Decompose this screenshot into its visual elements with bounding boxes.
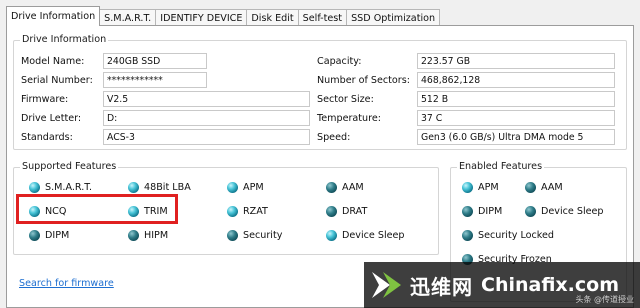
sector-size-field[interactable]: 512 B	[417, 91, 615, 107]
tab-ssd-optimization[interactable]: SSD Optimization	[346, 9, 441, 26]
number-of-sectors-row: Number of Sectors: 468,862,128	[317, 72, 615, 88]
brand-logo-icon	[370, 268, 404, 302]
drive-information-title: Drive Information	[20, 34, 109, 45]
tab-smart[interactable]: S.M.A.R.T.	[99, 9, 157, 26]
speed-field[interactable]: Gen3 (6.0 GB/s) Ultra DMA mode 5	[417, 129, 615, 145]
feature-security: Security	[227, 227, 282, 243]
feature-label: DIPM	[478, 205, 503, 217]
number-of-sectors-field[interactable]: 468,862,128	[417, 72, 615, 88]
enabled-device-sleep: Device Sleep	[525, 203, 604, 219]
model-name-field[interactable]: 240GB SSD	[103, 53, 207, 69]
tab-label: Disk Edit	[251, 12, 294, 24]
feature-label: 48Bit LBA	[144, 181, 191, 193]
status-dot-icon	[29, 181, 40, 193]
status-dot-icon	[326, 205, 337, 217]
watermark-brand: 迅维网	[410, 274, 473, 299]
feature-label: RZAT	[243, 205, 268, 217]
sector-size-row: Sector Size: 512 B	[317, 91, 615, 107]
temperature-row: Temperature: 37 C	[317, 110, 615, 126]
tab-identify-device[interactable]: IDENTIFY DEVICE	[155, 9, 248, 26]
speed-row: Speed: Gen3 (6.0 GB/s) Ultra DMA mode 5	[317, 129, 615, 145]
feature-label: Security	[243, 229, 283, 241]
tab-label: S.M.A.R.T.	[104, 12, 152, 24]
feature-label: HIPM	[144, 229, 169, 241]
watermark: 迅维网 Chinafix.com 头条 @传道授业	[364, 262, 640, 308]
tab-label: SSD Optimization	[351, 12, 436, 24]
capacity-label: Capacity:	[317, 55, 362, 67]
tab-disk-edit[interactable]: Disk Edit	[246, 9, 299, 26]
firmware-field[interactable]: V2.5	[103, 91, 310, 107]
enabled-apm: APM	[462, 179, 499, 195]
status-dot-icon	[525, 205, 536, 217]
feature-hipm: HIPM	[128, 227, 168, 243]
status-dot-icon	[128, 181, 139, 193]
standards-row: Standards: ACS-3	[21, 129, 310, 145]
status-dot-icon	[227, 229, 238, 241]
speed-label: Speed:	[317, 131, 351, 143]
standards-label: Standards:	[21, 131, 73, 143]
feature-label: Device Sleep	[541, 205, 604, 217]
drive-letter-field[interactable]: D:	[103, 110, 310, 126]
drive-letter-row: Drive Letter: D:	[21, 110, 310, 126]
feature-label: Security Locked	[478, 229, 554, 241]
tab-self-test[interactable]: Self-test	[297, 9, 348, 26]
sector-size-label: Sector Size:	[317, 93, 374, 105]
capacity-row: Capacity: 223.57 GB	[317, 53, 615, 69]
tab-label: IDENTIFY DEVICE	[160, 12, 243, 24]
status-dot-icon	[326, 229, 337, 241]
model-name-row: Model Name: 240GB SSD	[21, 53, 207, 69]
feature-label: AAM	[541, 181, 563, 193]
status-dot-icon	[462, 205, 473, 217]
feature-label: Device Sleep	[342, 229, 405, 241]
highlight-box	[16, 194, 178, 224]
status-dot-icon	[525, 181, 536, 193]
serial-number-row: Serial Number: ************	[21, 72, 207, 88]
supported-features-title: Supported Features	[20, 161, 119, 172]
tab-label: Self-test	[302, 12, 343, 24]
number-of-sectors-label: Number of Sectors:	[317, 74, 410, 86]
enabled-security-locked: Security Locked	[462, 227, 554, 243]
capacity-field[interactable]: 223.57 GB	[417, 53, 615, 69]
temperature-field[interactable]: 37 C	[417, 110, 615, 126]
tab-drive-information[interactable]: Drive Information	[6, 6, 101, 26]
search-for-firmware-link[interactable]: Search for firmware	[19, 278, 114, 289]
watermark-site: Chinafix.com	[481, 274, 620, 296]
feature-rzat: RZAT	[227, 203, 268, 219]
drive-information-group: Drive Information Model Name: 240GB SSD …	[13, 34, 627, 150]
status-dot-icon	[227, 181, 238, 193]
model-name-label: Model Name:	[21, 55, 85, 67]
serial-number-field[interactable]: ************	[103, 72, 207, 88]
temperature-label: Temperature:	[317, 112, 382, 124]
firmware-row: Firmware: V2.5	[21, 91, 310, 107]
standards-field[interactable]: ACS-3	[103, 129, 310, 145]
feature-smart: S.M.A.R.T.	[29, 179, 92, 195]
firmware-label: Firmware:	[21, 93, 69, 105]
feature-label: APM	[478, 181, 499, 193]
status-dot-icon	[128, 229, 139, 241]
status-dot-icon	[326, 181, 337, 193]
feature-apm: APM	[227, 179, 264, 195]
feature-label: DRAT	[342, 205, 368, 217]
tab-label: Drive Information	[11, 11, 96, 22]
status-dot-icon	[227, 205, 238, 217]
serial-number-label: Serial Number:	[21, 74, 93, 86]
status-dot-icon	[462, 229, 473, 241]
feature-dipm: DIPM	[29, 227, 69, 243]
status-dot-icon	[29, 229, 40, 241]
feature-label: DIPM	[45, 229, 70, 241]
feature-label: S.M.A.R.T.	[45, 181, 93, 193]
status-dot-icon	[462, 181, 473, 193]
enabled-features-title: Enabled Features	[457, 161, 545, 172]
feature-device-sleep: Device Sleep	[326, 227, 405, 243]
watermark-caption: 头条 @传道授业	[575, 295, 634, 304]
feature-label: AAM	[342, 181, 364, 193]
tab-bar: Drive Information S.M.A.R.T. IDENTIFY DE…	[6, 6, 634, 26]
feature-48bit-lba: 48Bit LBA	[128, 179, 191, 195]
enabled-aam: AAM	[525, 179, 563, 195]
drive-letter-label: Drive Letter:	[21, 112, 82, 124]
feature-drat: DRAT	[326, 203, 367, 219]
feature-label: APM	[243, 181, 264, 193]
enabled-dipm: DIPM	[462, 203, 502, 219]
feature-aam: AAM	[326, 179, 364, 195]
